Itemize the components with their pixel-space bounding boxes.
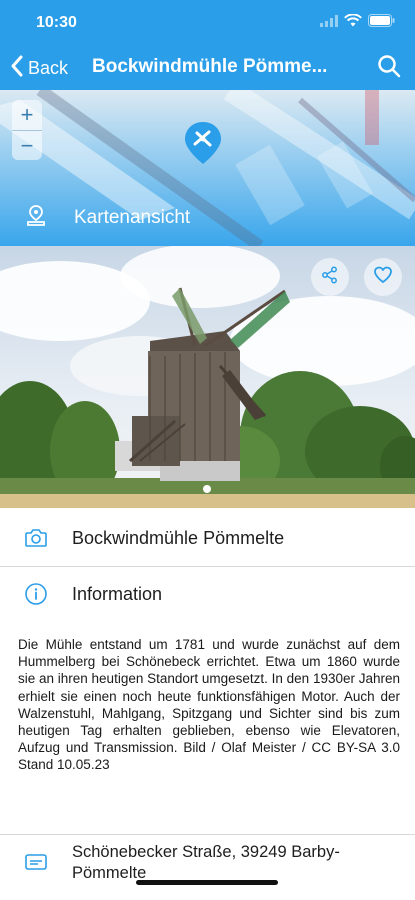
info-icon <box>0 582 72 606</box>
page-title: Bockwindmühle Pömme... <box>92 56 328 77</box>
windmill-photo <box>0 246 415 508</box>
map-location-icon <box>24 204 48 233</box>
status-icons <box>320 13 395 32</box>
zoom-out-button[interactable]: − <box>12 131 42 161</box>
share-icon <box>321 266 339 289</box>
heart-icon <box>373 266 393 289</box>
poi-description: Die Mühle entstand um 1781 und wurde zun… <box>18 637 401 773</box>
page-indicator-dot[interactable] <box>203 485 211 493</box>
map-view-label: Kartenansicht <box>74 207 191 228</box>
status-bar: 10:30 <box>0 0 415 44</box>
divider <box>0 834 415 835</box>
information-heading: Information <box>72 583 163 604</box>
map-pin-icon[interactable] <box>182 120 224 171</box>
poi-address: Schönebecker Straße, 39249 Barby-Pömmelt… <box>72 843 340 882</box>
search-button[interactable] <box>377 54 401 83</box>
favorite-button[interactable] <box>364 258 402 296</box>
poi-title: Bockwindmühle Pömmelte <box>72 527 285 548</box>
photo-gallery[interactable] <box>0 246 415 508</box>
map-view-row[interactable]: Kartenansicht <box>0 190 415 246</box>
signal-icon <box>320 14 338 32</box>
back-chevron-icon <box>10 55 24 82</box>
camera-icon <box>0 527 72 549</box>
wifi-icon <box>344 13 362 32</box>
status-time: 10:30 <box>36 14 77 31</box>
search-icon <box>377 55 401 82</box>
share-button[interactable] <box>311 258 349 296</box>
title-row: Bockwindmühle Pömmelte <box>0 510 415 566</box>
battery-icon <box>368 14 395 32</box>
nav-bar: Back Bockwindmühle Pömme... <box>0 44 415 90</box>
home-indicator <box>136 880 278 885</box>
address-card-icon <box>0 842 72 872</box>
map-view[interactable]: + − Kartenansicht <box>0 90 415 246</box>
back-label: Back <box>28 58 69 78</box>
back-button[interactable]: Back <box>10 55 68 82</box>
zoom-controls: + − <box>12 100 42 160</box>
zoom-in-button[interactable]: + <box>12 100 42 130</box>
information-row: Information <box>0 567 415 621</box>
